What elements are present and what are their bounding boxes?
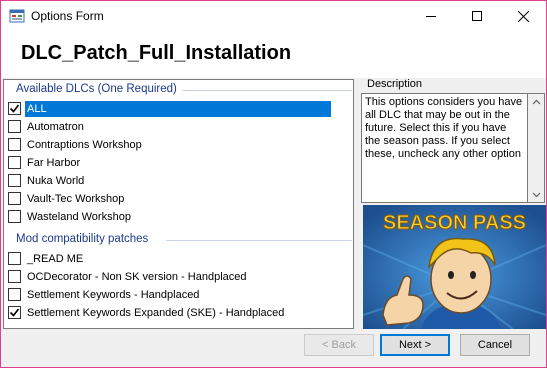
cancel-button[interactable]: Cancel [460, 334, 530, 356]
list-item-automatron[interactable]: Automatron [8, 118, 334, 135]
minimize-icon [426, 16, 436, 17]
description-scrollbar[interactable] [528, 93, 545, 203]
window-title: Options Form [31, 9, 104, 23]
checkbox[interactable] [8, 210, 21, 223]
list-item-far-harbor[interactable]: Far Harbor [8, 154, 334, 171]
checkbox[interactable] [8, 156, 21, 169]
list-item-vault-tec-workshop[interactable]: Vault-Tec Workshop [8, 190, 334, 207]
season-pass-banner: SEASON PASS [383, 212, 526, 234]
list-item-wasteland-workshop[interactable]: Wasteland Workshop [8, 208, 334, 225]
preview-image: SEASON PASS [363, 205, 546, 329]
checkbox[interactable] [8, 138, 21, 151]
header-panel: DLC_Patch_Full_Installation [1, 31, 546, 78]
list-item-read-me[interactable]: _READ ME [8, 250, 334, 267]
back-button[interactable]: < Back [304, 334, 374, 356]
checkbox[interactable] [8, 252, 21, 265]
close-button[interactable] [500, 1, 546, 31]
options-list[interactable]: Available DLCs (One Required) ALL Automa… [3, 79, 354, 329]
list-item-nuka-world[interactable]: Nuka World [8, 172, 334, 189]
close-icon [517, 10, 529, 22]
group-header-mod-patches: Mod compatibility patches [16, 233, 149, 245]
page-title: DLC_Patch_Full_Installation [21, 42, 292, 64]
checkbox[interactable] [8, 174, 21, 187]
checkbox[interactable] [8, 192, 21, 205]
checkbox[interactable] [8, 288, 21, 301]
checkbox[interactable] [8, 306, 21, 319]
list-item-ocdecorator[interactable]: OCDecorator - Non SK version - Handplace… [8, 268, 334, 285]
checkbox[interactable] [8, 120, 21, 133]
group-header-dlcs: Available DLCs (One Required) [16, 83, 177, 95]
maximize-icon [472, 11, 482, 21]
checkbox[interactable] [8, 102, 21, 115]
list-item-all[interactable]: ALL [8, 100, 334, 117]
group-divider [182, 90, 352, 91]
list-item-settlement-keywords[interactable]: Settlement Keywords - Handplaced [8, 286, 334, 303]
scroll-down-icon[interactable] [532, 190, 541, 199]
checkmark-icon [9, 308, 20, 317]
group-divider [166, 240, 352, 241]
description-label: Description [367, 78, 423, 90]
list-item-contraptions-workshop[interactable]: Contraptions Workshop [8, 136, 334, 153]
title-bar[interactable]: Options Form [1, 1, 546, 31]
description-text[interactable]: This options considers you have all DLC … [361, 93, 528, 203]
scroll-up-icon[interactable] [532, 98, 541, 107]
maximize-button[interactable] [454, 1, 500, 31]
next-button[interactable]: Next > [380, 334, 450, 356]
checkbox[interactable] [8, 270, 21, 283]
checkmark-icon [9, 104, 20, 113]
list-item-settlement-keywords-expanded[interactable]: Settlement Keywords Expanded (SKE) - Han… [8, 304, 334, 321]
app-icon [9, 9, 25, 23]
minimize-button[interactable] [408, 1, 454, 31]
season-pass-image: SEASON PASS [363, 205, 546, 329]
options-form-window: Options Form DLC_Patch_Full_Installation… [0, 0, 547, 368]
